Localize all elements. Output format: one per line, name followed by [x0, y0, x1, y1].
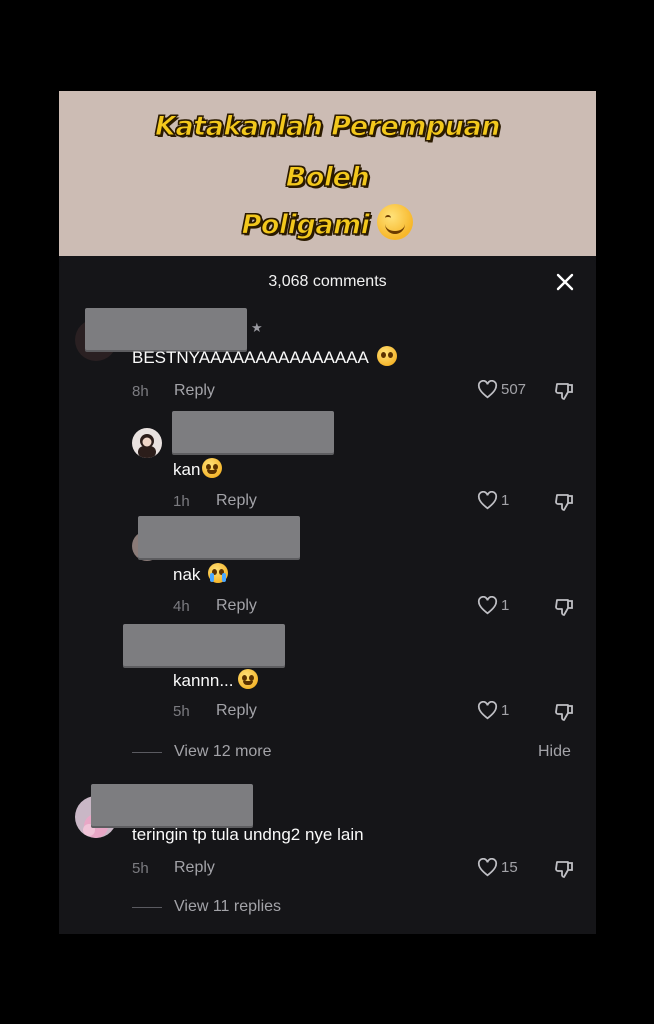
comment-time: 8h	[132, 383, 149, 400]
avatar[interactable]	[132, 428, 162, 458]
comment-time: 4h	[173, 598, 190, 615]
comment-time: 5h	[132, 860, 149, 877]
caption-line-1: Katakanlah Perempuan	[155, 111, 501, 143]
comment-text: kan	[173, 458, 223, 480]
divider-line	[132, 906, 162, 908]
dislike-icon[interactable]	[554, 859, 574, 879]
dislike-icon[interactable]	[554, 702, 574, 722]
close-icon[interactable]	[554, 271, 576, 293]
like-button[interactable]: 1	[477, 701, 509, 720]
redacted-username	[91, 784, 253, 826]
comments-sheet: 3,068 comments ★ BESTNYAAAAAAAAAAAAAAA 8…	[59, 256, 596, 934]
hide-replies-button[interactable]: Hide	[538, 743, 571, 761]
view-more-replies-button[interactable]: View 12 more	[132, 743, 272, 761]
grinning-face-icon	[237, 669, 258, 689]
tears-of-joy-icon	[202, 458, 223, 478]
dislike-icon[interactable]	[554, 381, 574, 401]
like-button[interactable]: 1	[477, 596, 509, 615]
like-button[interactable]: 1	[477, 491, 509, 510]
reply-button[interactable]: Reply	[174, 382, 215, 400]
reply-button[interactable]: Reply	[216, 492, 257, 510]
tiktok-screen: Katakanlah Perempuan Boleh Poligami 3,06…	[59, 91, 596, 934]
comment-time: 5h	[173, 703, 190, 720]
like-count: 1	[501, 702, 510, 719]
caption-line-2: Boleh	[285, 162, 370, 194]
reply-button[interactable]: Reply	[174, 859, 215, 877]
like-button[interactable]: 15	[477, 858, 518, 877]
heart-icon	[477, 858, 498, 877]
view-replies-label: View 11 replies	[174, 898, 282, 915]
comment-text: BESTNYAAAAAAAAAAAAAAA	[132, 346, 397, 368]
view-more-label: View 12 more	[174, 743, 272, 760]
redacted-username	[85, 308, 247, 350]
caption-line-3: Poligami	[59, 204, 596, 244]
heart-icon	[477, 701, 498, 720]
dislike-icon[interactable]	[554, 492, 574, 512]
creator-star-icon: ★	[251, 320, 263, 335]
video-preview[interactable]: Katakanlah Perempuan Boleh Poligami	[59, 91, 596, 256]
like-button[interactable]: 507	[477, 380, 526, 399]
view-replies-button[interactable]: View 11 replies	[132, 898, 281, 916]
comment-time: 1h	[173, 493, 190, 510]
heart-icon	[477, 380, 498, 399]
heart-icon	[477, 596, 498, 615]
redacted-username	[172, 411, 334, 453]
loudly-crying-face-icon	[208, 563, 229, 583]
like-count: 1	[501, 597, 510, 614]
like-count: 507	[501, 381, 527, 398]
pleading-face-icon	[376, 346, 397, 366]
smiling-face-icon	[377, 204, 414, 240]
like-count: 15	[501, 859, 518, 876]
comment-text: teringin tp tula undng2 nye lain	[132, 825, 364, 844]
reply-button[interactable]: Reply	[216, 702, 257, 720]
reply-button[interactable]: Reply	[216, 597, 257, 615]
dislike-icon[interactable]	[554, 597, 574, 617]
comments-count-title: 3,068 comments	[268, 273, 387, 290]
comment-text: kannn...	[173, 669, 258, 691]
comment-text: nak	[173, 563, 229, 585]
heart-icon	[477, 491, 498, 510]
redacted-username	[138, 516, 300, 558]
redacted-username	[123, 624, 285, 666]
like-count: 1	[501, 492, 510, 509]
divider-line	[132, 751, 162, 753]
